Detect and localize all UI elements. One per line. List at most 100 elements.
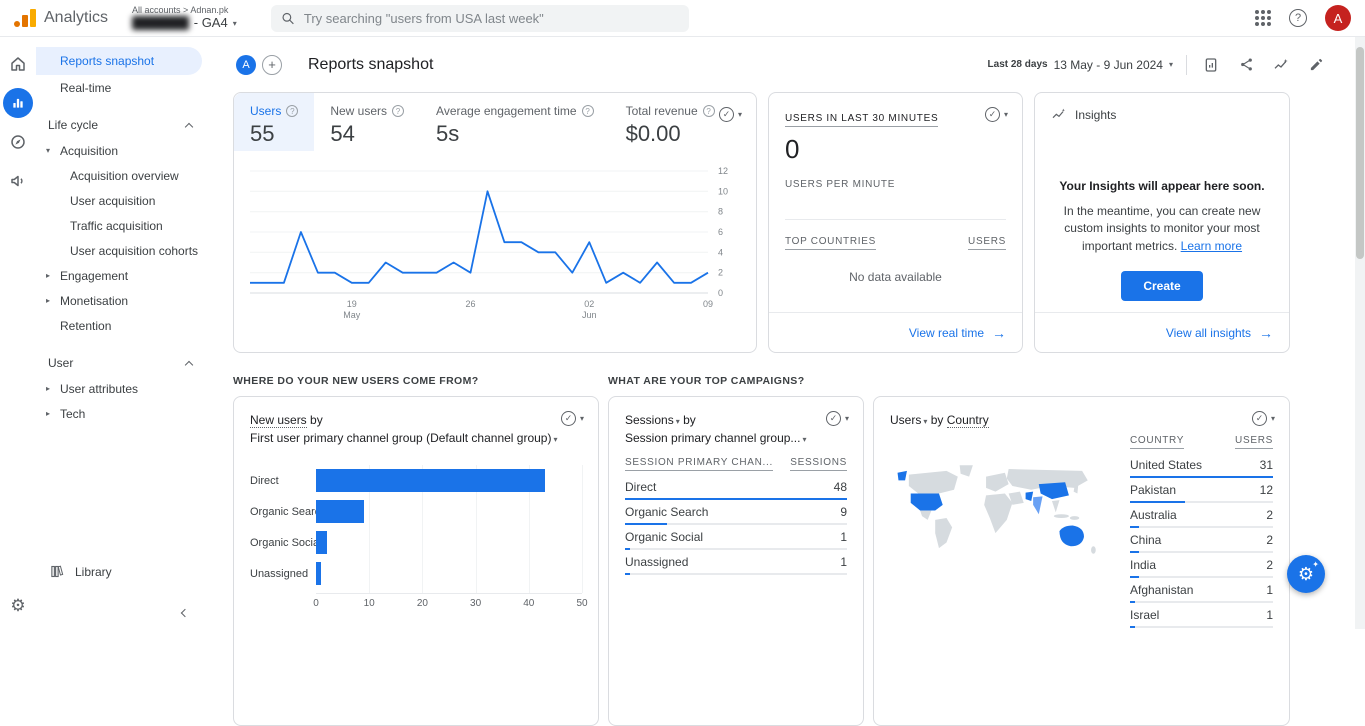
caret-down-icon: ▾ xyxy=(802,435,807,444)
row-value: 12 xyxy=(1259,483,1273,497)
user-avatar[interactable]: A xyxy=(1325,5,1351,31)
table-row: United States 31 xyxy=(1130,453,1273,478)
map-region-africa xyxy=(984,493,1013,534)
map-region-australia xyxy=(1059,525,1084,547)
sidebar-item-user-acquisition[interactable]: User acquisition xyxy=(36,188,202,213)
search-bar[interactable] xyxy=(270,4,689,32)
date-range-label: Last 28 days xyxy=(987,59,1048,70)
map-region-new-zealand xyxy=(1091,546,1096,554)
nav-item-label: Retention xyxy=(60,318,112,333)
sidebar-section-life-cycle[interactable]: Life cycle xyxy=(36,112,226,138)
analytics-logo-icon[interactable] xyxy=(14,9,36,27)
search-input[interactable] xyxy=(303,10,679,26)
search-icon xyxy=(282,12,294,24)
sidebar-item-tech[interactable]: ▸ Tech xyxy=(36,401,202,426)
metric-tab-total-revenue[interactable]: Total revenue? $0.00 xyxy=(610,93,731,151)
collapse-sidebar-button[interactable] xyxy=(180,604,190,619)
sidebar-item-acquisition[interactable]: ▾ Acquisition xyxy=(36,138,202,163)
create-insight-button[interactable]: Create xyxy=(1121,271,1203,302)
caret-down-icon: ▾ xyxy=(579,414,584,423)
sidebar-item-monetisation[interactable]: ▸ Monetisation xyxy=(36,288,202,313)
date-range-picker[interactable]: Last 28 days 13 May - 9 Jun 2024 ▾ xyxy=(988,58,1173,72)
pencil-icon xyxy=(1310,58,1322,71)
sidebar-section-user[interactable]: User xyxy=(36,350,226,376)
table-row: China 2 xyxy=(1130,528,1273,553)
users-by-country-card: ✓ ▾ Users ▾ by Country COUNTRY USERS Uni… xyxy=(873,396,1290,726)
country-dimension[interactable]: Country xyxy=(946,413,989,428)
sidebar-item-user-acquisition-cohorts[interactable]: User acquisition cohorts xyxy=(36,238,202,263)
scrollbar-track[interactable] xyxy=(1355,37,1365,629)
row-value: 1 xyxy=(840,530,847,544)
sidebar-item-reports-snapshot[interactable]: Reports snapshot xyxy=(36,47,202,75)
apps-grid-icon[interactable] xyxy=(1255,10,1271,26)
account-switcher[interactable]: All accounts > Adnan.pk Adnan.pk - GA4 ▾ xyxy=(132,5,237,31)
home-nav-icon[interactable] xyxy=(3,49,33,79)
edit-report-button[interactable] xyxy=(1305,54,1327,76)
bar-organic-social[interactable] xyxy=(316,531,327,554)
bar-direct[interactable] xyxy=(316,469,545,492)
bar-unassigned[interactable] xyxy=(316,562,322,585)
sidebar-item-library[interactable]: Library xyxy=(36,564,112,579)
axis-tick-label: 0 xyxy=(313,598,319,609)
insights-button[interactable] xyxy=(1270,54,1292,76)
bar-organic-search[interactable] xyxy=(316,500,364,523)
users-per-minute-label: USERS PER MINUTE xyxy=(785,179,896,190)
view-all-insights-link[interactable]: View all insights → xyxy=(1035,312,1289,352)
sidebar-item-user-attributes[interactable]: ▸ User attributes xyxy=(36,376,202,401)
data-quality-badge[interactable]: ✓ ▾ xyxy=(718,107,742,122)
metric-tab-new-users[interactable]: New users? 54 xyxy=(314,93,420,151)
logo-dot xyxy=(14,21,20,27)
advertising-nav-icon[interactable] xyxy=(3,166,33,196)
report-avatar[interactable]: A xyxy=(236,54,256,75)
data-quality-badge[interactable]: ✓ ▾ xyxy=(560,411,584,426)
users-metric-selector[interactable]: Users ▾ xyxy=(890,413,927,427)
comparisons-button[interactable] xyxy=(1200,54,1222,76)
users-column-header: USERS xyxy=(968,236,1006,250)
section-label: Life cycle xyxy=(48,118,99,132)
help-icon[interactable]: ? xyxy=(1289,9,1307,27)
add-comparison-button[interactable]: + xyxy=(262,54,282,75)
assistant-fab[interactable]: ⚙ ✦ xyxy=(1287,555,1325,593)
insights-title: Insights xyxy=(1075,108,1117,122)
scrollbar-thumb[interactable] xyxy=(1356,47,1364,259)
sidebar-item-retention[interactable]: Retention xyxy=(36,313,202,338)
arrow-right-icon: → xyxy=(992,324,1006,341)
nav-item-label: User acquisition xyxy=(70,193,156,208)
sidebar-item-engagement[interactable]: ▸ Engagement xyxy=(36,263,202,288)
bar-category-label: Organic Search xyxy=(250,505,327,518)
channel-dimension-selector[interactable]: First user primary channel group (Defaul… xyxy=(250,429,582,447)
reports-nav-icon[interactable] xyxy=(3,88,33,118)
sidebar-item-traffic-acquisition[interactable]: Traffic acquisition xyxy=(36,213,202,238)
map-region-indonesia xyxy=(1053,514,1069,518)
metric-tab-average-engagement-time[interactable]: Average engagement time? 5s xyxy=(420,93,610,151)
bar-category-label: Unassigned xyxy=(250,567,309,580)
metric-label: New users xyxy=(330,104,388,118)
data-quality-badge[interactable]: ✓ ▾ xyxy=(825,411,849,426)
data-quality-badge[interactable]: ✓ ▾ xyxy=(1251,411,1275,426)
map-region-india xyxy=(1033,496,1043,515)
metric-tab-users[interactable]: Users? 55 xyxy=(234,93,315,151)
section-question-campaigns: WHAT ARE YOUR TOP CAMPAIGNS? xyxy=(608,375,805,387)
metric-tabs: Users? 55 New users? 54 Average engagement t… xyxy=(234,93,756,151)
sessions-metric-selector[interactable]: Sessions ▾ xyxy=(625,413,680,427)
sidebar-item-real-time[interactable]: Real-time xyxy=(36,75,202,100)
page-title: Reports snapshot xyxy=(308,55,434,73)
row-label: Organic Social xyxy=(625,530,704,544)
new-users-metric[interactable]: New users xyxy=(250,413,307,428)
bar-category-label: Organic Social xyxy=(250,536,322,549)
admin-gear-icon[interactable]: ⚙ xyxy=(3,591,33,621)
learn-more-link[interactable]: Learn more xyxy=(1181,239,1242,253)
table-row: Unassigned 1 xyxy=(625,550,847,575)
explore-nav-icon[interactable] xyxy=(3,127,33,157)
row-value: 1 xyxy=(840,555,847,569)
share-button[interactable] xyxy=(1235,54,1257,76)
sessions-dimension-selector[interactable]: Session primary channel group... ▾ xyxy=(625,429,847,447)
view-realtime-link[interactable]: View real time → xyxy=(769,312,1022,352)
nav-item-label: User attributes xyxy=(60,381,139,396)
data-quality-badge[interactable]: ✓ ▾ xyxy=(984,107,1008,122)
property-label: - GA4 xyxy=(193,14,228,30)
section-label: User xyxy=(48,356,74,370)
realtime-title: USERS IN LAST 30 MINUTES xyxy=(785,113,939,127)
realtime-card: ✓ ▾ USERS IN LAST 30 MINUTES 0 USERS PER… xyxy=(768,92,1023,353)
sidebar-item-acquisition-overview[interactable]: Acquisition overview xyxy=(36,163,202,188)
